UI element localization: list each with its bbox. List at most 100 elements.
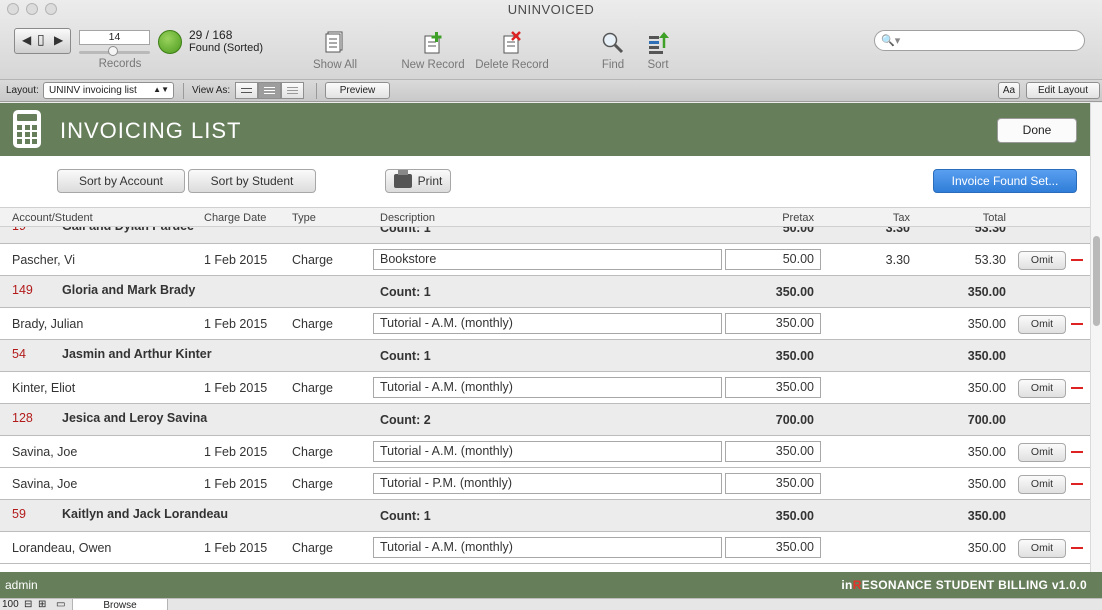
record-navigation-book[interactable]: ◀ ▯ ▶: [14, 28, 71, 54]
find-label: Find: [601, 59, 625, 71]
record-count: Count: 1: [380, 227, 431, 235]
charge-row[interactable]: Lorandeau, Owen 1 Feb 2015 Charge Tutorial …: [0, 532, 1090, 564]
charge-row[interactable]: Kinter, Eliot 1 Feb 2015 Charge Tutorial - …: [0, 372, 1090, 404]
record-count: Count: 2: [380, 413, 431, 427]
current-user: admin: [5, 578, 38, 592]
pretax-field[interactable]: 350.00: [725, 313, 821, 334]
sort-by-account-button[interactable]: Sort by Account: [57, 169, 185, 193]
account-name: Kaitlyn and Jack Lorandeau: [62, 507, 229, 521]
charge-row[interactable]: Savina, Joe 1 Feb 2015 Charge Tutorial - P.…: [0, 468, 1090, 500]
current-record-field[interactable]: 14: [79, 30, 150, 45]
view-as-form-button[interactable]: [235, 82, 258, 99]
charge-row[interactable]: Brady, Julian 1 Feb 2015 Charge Tutorial - …: [0, 308, 1090, 340]
new-record-button[interactable]: New Record: [398, 30, 468, 71]
remove-minus-icon[interactable]: [1071, 387, 1083, 389]
sort-button[interactable]: Sort: [643, 30, 673, 71]
previous-record-icon[interactable]: ◀: [22, 33, 31, 47]
student-name: Savina, Joe: [12, 477, 78, 491]
charge-type: Charge: [292, 253, 333, 267]
preview-button[interactable]: Preview: [325, 82, 390, 99]
col-tax: Tax: [892, 212, 910, 224]
account-number: 19: [12, 227, 26, 233]
summary-total: 700.00: [967, 413, 1006, 427]
brand-label: inRESONANCE STUDENT BILLING v1.0.0: [841, 578, 1087, 592]
zoom-in-icon[interactable]: ⊞: [38, 599, 46, 610]
next-record-icon[interactable]: ▶: [54, 33, 63, 47]
sort-icon: [649, 32, 669, 54]
summary-total: 53.30: [974, 227, 1006, 235]
sort-by-student-button[interactable]: Sort by Student: [188, 169, 316, 193]
brand-prefix: in: [841, 578, 853, 592]
account-number: 59: [12, 507, 26, 521]
col-total: Total: [982, 212, 1006, 224]
account-name: Gail and Dylan Pardee: [62, 227, 194, 233]
vertical-scrollbar[interactable]: [1090, 103, 1102, 572]
charge-date: 1 Feb 2015: [204, 381, 268, 395]
charge-row[interactable]: Pascher, Vi 1 Feb 2015 Charge Bookstore 50.0…: [0, 244, 1090, 276]
pretax-field[interactable]: 350.00: [725, 441, 821, 462]
find-magnifier-icon: [602, 32, 624, 54]
scrollbar-thumb[interactable]: [1093, 236, 1100, 326]
tax-value: 3.30: [885, 253, 910, 267]
delete-record-label: Delete Record: [475, 59, 549, 71]
omit-button[interactable]: Omit: [1018, 379, 1066, 398]
layout-select[interactable]: UNINV invoicing list ▲▼: [43, 82, 174, 99]
record-slider-knob[interactable]: [108, 46, 118, 56]
remove-minus-icon[interactable]: [1071, 451, 1083, 453]
edit-layout-button[interactable]: Edit Layout: [1026, 82, 1100, 99]
omit-button[interactable]: Omit: [1018, 251, 1066, 270]
charge-row[interactable]: Savina, Joe 1 Feb 2015 Charge Tutorial - A.…: [0, 436, 1090, 468]
description-field[interactable]: Tutorial - A.M. (monthly): [373, 537, 722, 558]
show-all-button[interactable]: Show All: [305, 30, 365, 71]
text-format-button[interactable]: Aa: [998, 82, 1020, 99]
account-summary-row: 54 Jasmin and Arthur Kinter Count: 1 350.00…: [0, 340, 1090, 372]
col-type: Type: [292, 212, 316, 224]
omit-button[interactable]: Omit: [1018, 315, 1066, 334]
description-field[interactable]: Tutorial - A.M. (monthly): [373, 377, 722, 398]
col-account-student: Account/Student: [12, 212, 93, 224]
delete-record-button[interactable]: Delete Record: [474, 30, 550, 71]
summary-total: 350.00: [967, 509, 1006, 523]
pretax-field[interactable]: 350.00: [725, 473, 821, 494]
pretax-field[interactable]: 350.00: [725, 377, 821, 398]
description-field[interactable]: Tutorial - A.M. (monthly): [373, 313, 722, 334]
brand-accent: R: [852, 578, 862, 592]
omit-button[interactable]: Omit: [1018, 443, 1066, 462]
remove-minus-icon[interactable]: [1071, 259, 1083, 261]
account-summary-row: 59 Kaitlyn and Jack Lorandeau Count: 1 350.…: [0, 500, 1090, 532]
records-list-body: 19 Gail and Dylan Pardee Count: 1 50.00 3.30…: [0, 227, 1090, 564]
new-record-icon: [424, 32, 442, 54]
zoom-out-icon[interactable]: ⊟: [24, 599, 32, 610]
done-button[interactable]: Done: [997, 118, 1077, 143]
layout-label: Layout:: [6, 85, 39, 96]
quick-find-search[interactable]: 🔍▾: [874, 30, 1085, 51]
invoice-found-set-button[interactable]: Invoice Found Set...: [933, 169, 1077, 193]
pretax-field[interactable]: 350.00: [725, 537, 821, 558]
charge-date: 1 Feb 2015: [204, 477, 268, 491]
find-button[interactable]: Find: [597, 30, 629, 71]
description-field[interactable]: Bookstore: [373, 249, 722, 270]
remove-minus-icon[interactable]: [1071, 323, 1083, 325]
status-toolbar-toggle-icon[interactable]: ▭: [56, 599, 65, 610]
account-name: Gloria and Mark Brady: [62, 283, 196, 297]
student-name: Brady, Julian: [12, 317, 84, 331]
zoom-level[interactable]: 100: [2, 599, 19, 610]
account-number: 149: [12, 283, 33, 297]
view-as-table-button[interactable]: [281, 82, 304, 99]
omit-button[interactable]: Omit: [1018, 475, 1066, 494]
total-value: 350.00: [967, 541, 1006, 555]
summary-pretax: 700.00: [775, 413, 814, 427]
description-field[interactable]: Tutorial - A.M. (monthly): [373, 441, 722, 462]
charge-type: Charge: [292, 445, 333, 459]
view-as-list-button[interactable]: [258, 82, 281, 99]
remove-minus-icon[interactable]: [1071, 483, 1083, 485]
total-value: 350.00: [967, 381, 1006, 395]
description-field[interactable]: Tutorial - P.M. (monthly): [373, 473, 722, 494]
omit-button[interactable]: Omit: [1018, 539, 1066, 558]
search-input[interactable]: [903, 33, 1073, 48]
mode-indicator[interactable]: Browse: [72, 599, 168, 610]
print-button[interactable]: Print: [385, 169, 451, 193]
remove-minus-icon[interactable]: [1071, 547, 1083, 549]
pretax-field[interactable]: 50.00: [725, 249, 821, 270]
sort-label: Sort: [647, 59, 669, 71]
